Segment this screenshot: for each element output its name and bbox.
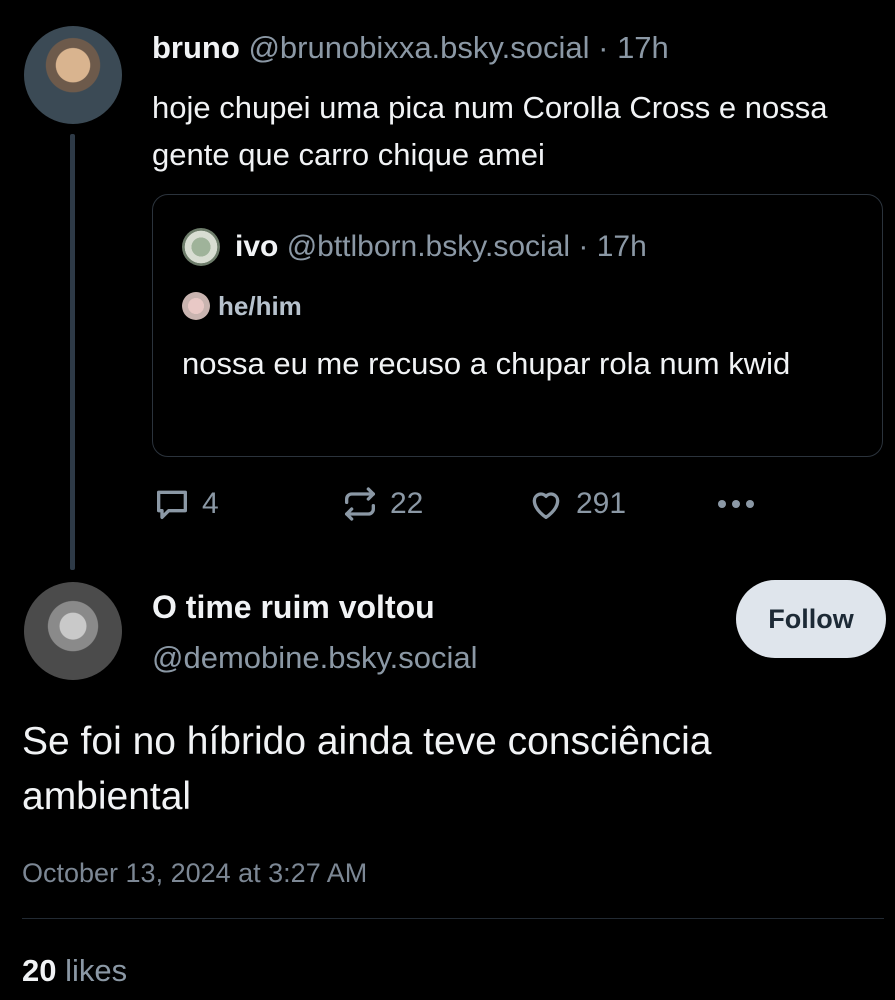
main-post-text: Se foi no híbrido ainda teve consciência… <box>22 720 712 818</box>
reply-count: 4 <box>202 487 219 520</box>
pronoun-label: he/him <box>218 291 302 321</box>
more-icon <box>714 484 758 524</box>
parent-post-avatar[interactable] <box>24 26 122 124</box>
pronoun-avatar-icon <box>182 292 210 320</box>
reply-icon <box>152 484 192 524</box>
parent-separator: · <box>598 30 609 65</box>
main-author-name[interactable]: O time ruim voltou <box>152 588 435 626</box>
likes-summary[interactable]: 20 likes <box>22 952 127 990</box>
quoted-post-age: 17h <box>596 230 647 263</box>
quoted-author-handle: @bttlborn.bsky.social <box>286 230 571 263</box>
parent-post-text: hoje chupei uma pica num Corolla Cross e… <box>152 90 828 172</box>
repost-count: 22 <box>390 487 424 520</box>
parent-post-age[interactable]: 17h <box>617 30 669 65</box>
post-timestamp: October 13, 2024 at 3:27 AM <box>22 858 368 888</box>
parent-author-name[interactable]: bruno <box>152 30 240 65</box>
likes-count: 20 <box>22 953 57 988</box>
likes-label: likes <box>65 953 128 988</box>
quoted-separator: · <box>578 230 589 263</box>
quoted-post-avatar <box>182 228 220 266</box>
like-button[interactable]: 291 <box>526 484 626 524</box>
quoted-author-name: ivo <box>235 230 279 263</box>
repost-button[interactable]: 22 <box>340 484 423 524</box>
main-post-avatar[interactable] <box>24 582 122 680</box>
like-count: 291 <box>576 487 627 520</box>
like-icon <box>526 484 566 524</box>
reply-button[interactable]: 4 <box>152 484 219 524</box>
parent-post-header: bruno @brunobixxa.bsky.social · 17h <box>152 30 669 66</box>
quoted-post-header: ivo @bttlborn.bsky.social · 17h <box>235 229 647 265</box>
quoted-post-text: nossa eu me recuso a chupar rola num kwi… <box>182 346 791 381</box>
repost-icon <box>340 484 380 524</box>
main-author-handle[interactable]: @demobine.bsky.social <box>152 639 478 677</box>
parent-author-handle[interactable]: @brunobixxa.bsky.social <box>248 30 589 65</box>
follow-button[interactable]: Follow <box>736 580 886 658</box>
divider <box>22 918 884 919</box>
thread-line <box>70 134 75 570</box>
more-options-button[interactable] <box>714 484 758 524</box>
